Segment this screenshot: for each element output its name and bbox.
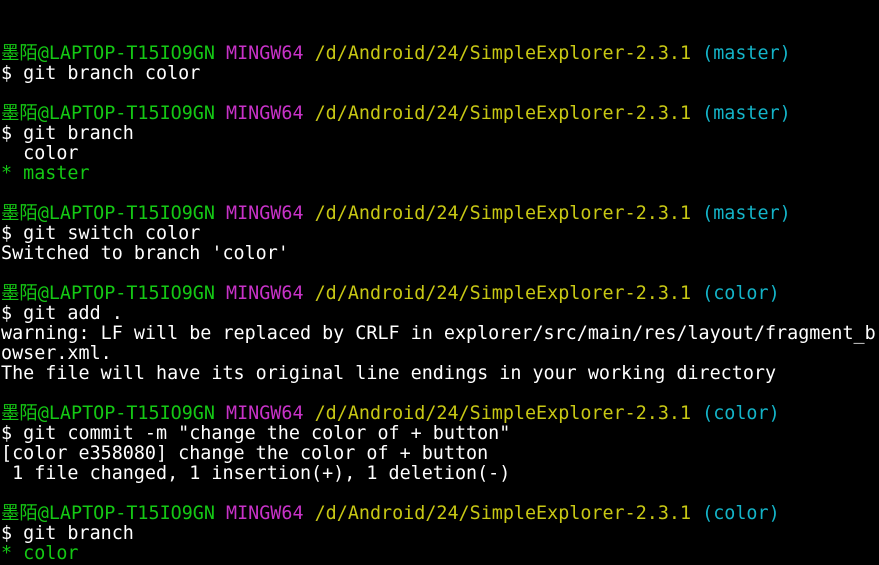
- prompt-system: MINGW64: [226, 204, 304, 224]
- prompt-path: /d/Android/24/SimpleExplorer-2.3.1: [314, 504, 692, 524]
- terminal-output: 墨陌@LAPTOP-T15IO9GN MINGW64 /d/Android/24…: [1, 44, 879, 565]
- output-line: 1 file changed, 1 insertion(+), 1 deleti…: [1, 464, 879, 484]
- output-line: warning: LF will be replaced by CRLF in …: [1, 324, 879, 344]
- output-text: [color e358080] change the color of + bu…: [1, 444, 489, 464]
- output-line: * master: [1, 164, 879, 184]
- prompt-system: MINGW64: [226, 44, 304, 64]
- terminal-window[interactable]: 墨陌@LAPTOP-T15IO9GN MINGW64 /d/Android/24…: [0, 0, 879, 565]
- prompt-line: 墨陌@LAPTOP-T15IO9GN MINGW64 /d/Android/24…: [1, 504, 879, 524]
- prompt-system: MINGW64: [226, 504, 304, 524]
- prompt-line: 墨陌@LAPTOP-T15IO9GN MINGW64 /d/Android/24…: [1, 44, 879, 64]
- command-text: $ git branch: [1, 124, 134, 144]
- output-text: owser.xml.: [1, 344, 112, 364]
- prompt-path: /d/Android/24/SimpleExplorer-2.3.1: [314, 284, 692, 304]
- prompt-branch: (master): [702, 44, 791, 64]
- prompt-user-host: 墨陌@LAPTOP-T15IO9GN: [1, 204, 215, 224]
- command-text: $ git branch: [1, 524, 134, 544]
- prompt-user-host: 墨陌@LAPTOP-T15IO9GN: [1, 504, 215, 524]
- prompt-system: MINGW64: [226, 104, 304, 124]
- command-line: $ git switch color: [1, 224, 879, 244]
- command-line: $ git add .: [1, 304, 879, 324]
- output-line: color: [1, 144, 879, 164]
- prompt-branch: (master): [702, 204, 791, 224]
- prompt-user-host: 墨陌@LAPTOP-T15IO9GN: [1, 404, 215, 424]
- output-text: The file will have its original line end…: [1, 364, 777, 384]
- output-line: Switched to branch 'color': [1, 244, 879, 264]
- command-line: $ git branch: [1, 524, 879, 544]
- prompt-branch: (color): [702, 404, 780, 424]
- output-text: Switched to branch 'color': [1, 244, 289, 264]
- output-line: The file will have its original line end…: [1, 364, 879, 384]
- prompt-path: /d/Android/24/SimpleExplorer-2.3.1: [314, 104, 692, 124]
- prompt-path: /d/Android/24/SimpleExplorer-2.3.1: [314, 44, 692, 64]
- output-line: owser.xml.: [1, 344, 879, 364]
- output-text: * color: [1, 544, 79, 564]
- prompt-branch: (color): [702, 284, 780, 304]
- prompt-line: 墨陌@LAPTOP-T15IO9GN MINGW64 /d/Android/24…: [1, 204, 879, 224]
- command-text: $ git branch color: [1, 64, 201, 84]
- prompt-line: 墨陌@LAPTOP-T15IO9GN MINGW64 /d/Android/24…: [1, 284, 879, 304]
- output-line: [color e358080] change the color of + bu…: [1, 444, 879, 464]
- output-text: color: [1, 144, 79, 164]
- command-text: $ git switch color: [1, 224, 201, 244]
- prompt-user-host: 墨陌@LAPTOP-T15IO9GN: [1, 44, 215, 64]
- output-text: * master: [1, 164, 90, 184]
- output-line: * color: [1, 544, 879, 564]
- command-text: $ git commit -m "change the color of + b…: [1, 424, 511, 444]
- prompt-path: /d/Android/24/SimpleExplorer-2.3.1: [314, 204, 692, 224]
- command-line: $ git branch: [1, 124, 879, 144]
- command-text: $ git add .: [1, 304, 123, 324]
- prompt-user-host: 墨陌@LAPTOP-T15IO9GN: [1, 284, 215, 304]
- command-line: $ git branch color: [1, 64, 879, 84]
- prompt-system: MINGW64: [226, 404, 304, 424]
- command-line: $ git commit -m "change the color of + b…: [1, 424, 879, 444]
- prompt-branch: (color): [702, 504, 780, 524]
- prompt-line: 墨陌@LAPTOP-T15IO9GN MINGW64 /d/Android/24…: [1, 104, 879, 124]
- prompt-path: /d/Android/24/SimpleExplorer-2.3.1: [314, 404, 692, 424]
- prompt-system: MINGW64: [226, 284, 304, 304]
- output-text: warning: LF will be replaced by CRLF in …: [1, 324, 879, 344]
- prompt-user-host: 墨陌@LAPTOP-T15IO9GN: [1, 104, 215, 124]
- prompt-line: 墨陌@LAPTOP-T15IO9GN MINGW64 /d/Android/24…: [1, 404, 879, 424]
- prompt-branch: (master): [702, 104, 791, 124]
- output-text: 1 file changed, 1 insertion(+), 1 deleti…: [1, 464, 511, 484]
